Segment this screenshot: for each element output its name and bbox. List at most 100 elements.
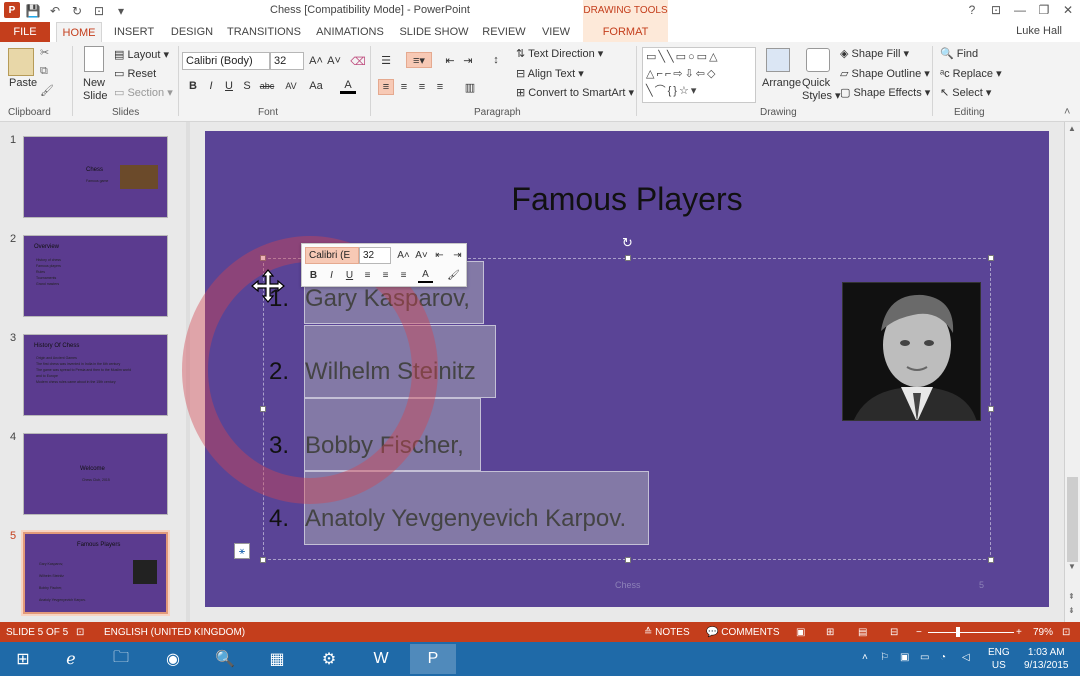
copy-icon[interactable]: ⧉ — [40, 65, 48, 78]
mini-decrease-indent-icon[interactable]: ⇤ — [432, 248, 447, 263]
volume-icon[interactable]: ◁ — [962, 652, 970, 663]
bullets-icon[interactable]: ☰ — [378, 52, 394, 68]
scroll-down-icon[interactable]: ▼ — [1068, 562, 1076, 571]
tab-design[interactable]: DESIGN — [168, 22, 216, 42]
zoom-out-icon[interactable]: − — [916, 627, 922, 638]
font-size-combo[interactable]: 32 — [270, 52, 304, 70]
replace-button[interactable]: ᵃc Replace ▾ — [940, 67, 1002, 80]
python-icon[interactable]: ⚙ — [306, 644, 352, 674]
cut-icon[interactable]: ✂ — [40, 46, 49, 59]
new-slide-icon[interactable] — [84, 46, 104, 72]
reading-view-icon[interactable]: ▤ — [858, 627, 867, 638]
ribbon-display-options-icon[interactable]: ⊡ — [984, 0, 1008, 20]
quick-styles-icon[interactable] — [806, 48, 830, 72]
clock[interactable]: 1:03 AM 9/13/2015 — [1024, 646, 1069, 672]
tab-insert[interactable]: INSERT — [110, 22, 158, 42]
mini-align-right-icon[interactable]: ≡ — [396, 268, 411, 283]
mini-increase-indent-icon[interactable]: ⇥ — [450, 248, 465, 263]
quick-styles-button[interactable]: Quick Styles ▾ — [802, 77, 841, 103]
save-icon[interactable]: 💾 — [24, 2, 42, 20]
resize-handle[interactable] — [625, 255, 631, 261]
slide-thumbnail-2[interactable]: Overview History of chess Famous players… — [23, 235, 168, 317]
italic-button[interactable]: I — [203, 78, 219, 94]
mini-align-left-icon[interactable]: ≡ — [360, 268, 375, 283]
shape-outline-button[interactable]: ▱ Shape Outline ▾ — [840, 67, 930, 80]
mini-underline-button[interactable]: U — [342, 268, 357, 283]
slide-thumbnail-3[interactable]: History Of Chess Origin and Ancient Game… — [23, 334, 168, 416]
list-item-text[interactable]: Anatoly Yevgenyevich Karpov. — [305, 505, 626, 533]
mini-shrink-font-icon[interactable]: A˅ — [414, 248, 429, 263]
normal-view-icon[interactable]: ▣ — [796, 627, 805, 638]
autofit-options-icon[interactable]: ⚹ — [234, 543, 250, 559]
character-spacing-button[interactable]: AV — [281, 78, 301, 94]
slide-footer[interactable]: Chess — [615, 580, 641, 590]
mini-font-size-combo[interactable]: 32 — [359, 247, 391, 264]
slide-sorter-icon[interactable]: ⊞ — [826, 627, 834, 638]
align-right-icon[interactable]: ≡ — [414, 79, 430, 95]
paste-button[interactable]: Paste — [9, 77, 37, 89]
line-spacing-icon[interactable]: ↕ — [488, 52, 504, 68]
language-indicator[interactable]: ENGLISH (UNITED KINGDOM) — [104, 627, 245, 638]
justify-icon[interactable]: ≡ — [432, 79, 448, 95]
vertical-scrollbar[interactable]: ▲ ▼ ⇞ ⇟ — [1064, 122, 1080, 622]
zoom-level[interactable]: 79% — [1033, 627, 1053, 638]
columns-icon[interactable]: ▥ — [462, 79, 478, 95]
increase-indent-icon[interactable]: ⇥ — [460, 52, 476, 68]
tab-transitions[interactable]: TRANSITIONS — [226, 22, 302, 42]
shape-effects-button[interactable]: ▢ Shape Effects ▾ — [840, 86, 930, 99]
tab-format[interactable]: FORMAT — [583, 22, 668, 42]
scrollbar-thumb[interactable] — [1067, 477, 1078, 562]
mini-italic-button[interactable]: I — [324, 268, 339, 283]
tab-home[interactable]: HOME — [56, 22, 102, 42]
clear-formatting-icon[interactable]: ⌫ — [350, 53, 366, 69]
resize-handle[interactable] — [988, 255, 994, 261]
font-color-button[interactable]: A — [340, 78, 356, 94]
resize-handle[interactable] — [625, 557, 631, 563]
text-direction-button[interactable]: ⇅ Text Direction ▾ — [516, 47, 603, 60]
action-center-icon[interactable]: ▣ — [900, 652, 909, 663]
input-language[interactable]: ENG US — [988, 646, 1010, 672]
collapse-ribbon-icon[interactable]: ˄ — [1064, 106, 1070, 118]
fit-to-window-icon[interactable]: ⊡ — [1062, 627, 1070, 638]
select-button[interactable]: ↖ Select ▾ — [940, 86, 991, 99]
align-center-icon[interactable]: ≡ — [396, 79, 412, 95]
previous-slide-icon[interactable]: ⇞ — [1068, 592, 1075, 601]
word-icon[interactable]: W — [358, 644, 404, 674]
tab-slide-show[interactable]: SLIDE SHOW — [398, 22, 470, 42]
slide-show-icon[interactable]: ⊟ — [890, 627, 898, 638]
scroll-up-icon[interactable]: ▲ — [1068, 124, 1076, 133]
chrome-icon[interactable]: ◉ — [150, 644, 196, 674]
align-text-button[interactable]: ⊟ Align Text ▾ — [516, 67, 584, 80]
format-painter-icon[interactable]: 🖌 — [40, 84, 54, 97]
start-button-icon[interactable]: ⊞ — [0, 644, 46, 674]
section-button[interactable]: ▭ Section ▾ — [114, 86, 173, 99]
restore-icon[interactable]: ❐ — [1032, 0, 1056, 20]
shape-fill-button[interactable]: ◈ Shape Fill ▾ — [840, 47, 909, 60]
mini-center-icon[interactable]: ≡ — [378, 268, 393, 283]
tab-view[interactable]: VIEW — [536, 22, 576, 42]
wifi-icon[interactable]: ◔ — [940, 652, 946, 663]
rotate-handle-icon[interactable]: ↻ — [622, 235, 633, 251]
mini-font-color-button[interactable]: A — [418, 268, 433, 283]
resize-handle[interactable] — [260, 557, 266, 563]
tab-review[interactable]: REVIEW — [480, 22, 528, 42]
grow-font-icon[interactable]: A˄ — [308, 53, 324, 69]
notes-button[interactable]: ≙ NOTES — [644, 627, 690, 638]
shapes-gallery[interactable]: ▭╲╲▭○▭△ △⌐⌐⇨⇩⇦◇ ╲⌒{}☆▾ — [642, 47, 756, 103]
help-icon[interactable]: ? — [960, 0, 984, 20]
arrange-button[interactable]: Arrange — [762, 77, 801, 89]
close-icon[interactable]: ✕ — [1056, 0, 1080, 20]
decrease-indent-icon[interactable]: ⇤ — [442, 52, 458, 68]
underline-button[interactable]: U — [221, 78, 237, 94]
comments-button[interactable]: 💬 COMMENTS — [706, 627, 780, 638]
player-photo[interactable] — [842, 282, 981, 421]
font-family-combo[interactable]: Calibri (Body) — [182, 52, 270, 70]
change-case-button[interactable]: Aa — [306, 78, 326, 94]
slide-title[interactable]: Famous Players — [205, 181, 1049, 218]
align-left-icon[interactable]: ≡ — [378, 79, 394, 95]
tab-animations[interactable]: ANIMATIONS — [312, 22, 388, 42]
network-icon[interactable]: ⚐ — [880, 652, 889, 663]
redo-icon[interactable]: ↻ — [68, 2, 86, 20]
convert-smartart-button[interactable]: ⊞ Convert to SmartArt ▾ — [516, 86, 634, 99]
find-button[interactable]: 🔍 Find — [940, 47, 978, 60]
